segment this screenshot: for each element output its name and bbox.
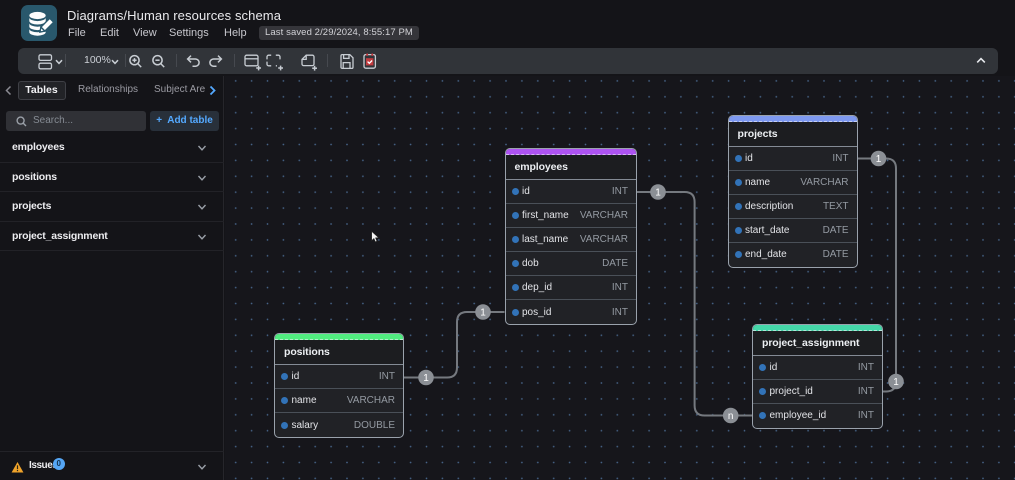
svg-text:1: 1 [893,377,899,388]
svg-text:1: 1 [655,188,661,199]
svg-text:1: 1 [480,308,486,319]
svg-text:1: 1 [423,373,429,384]
svg-text:n: n [728,411,734,422]
svg-text:1: 1 [876,154,882,165]
